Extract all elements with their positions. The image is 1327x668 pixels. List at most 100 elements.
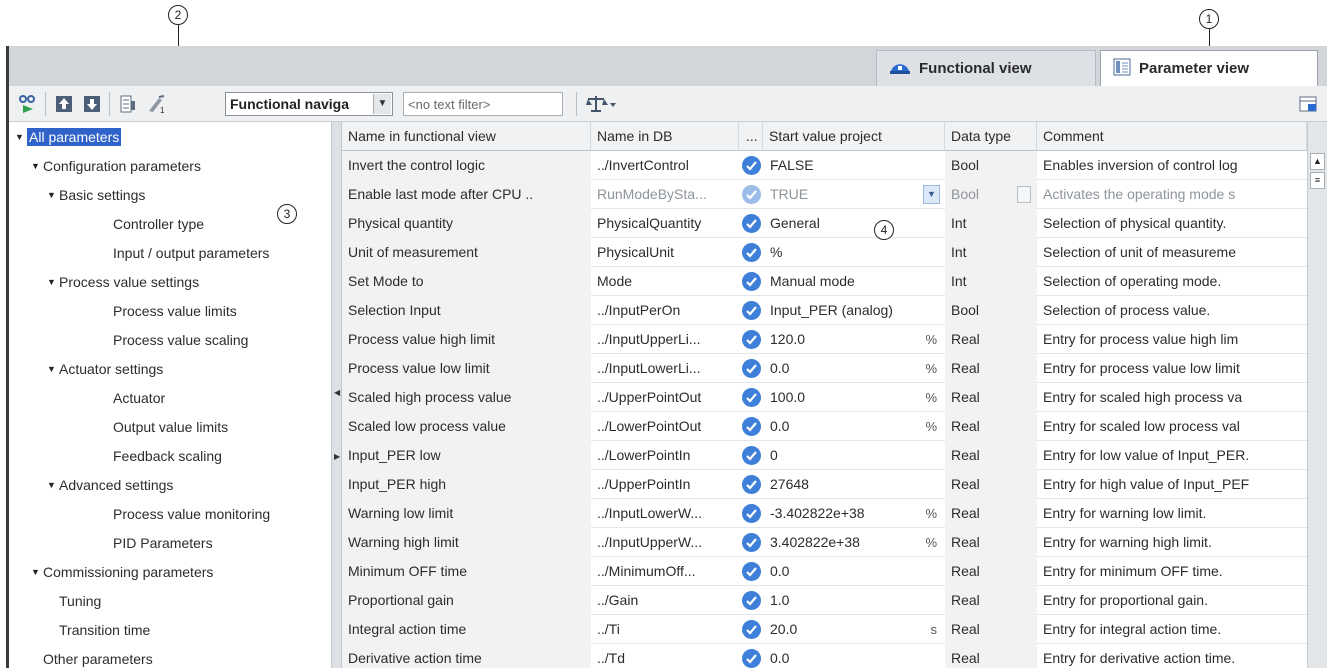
- tree-item[interactable]: Transition time: [9, 615, 331, 644]
- column-header-comment[interactable]: Comment: [1037, 122, 1307, 151]
- tia-parameter-editor: Functional view Parameter view 1 Functio…: [6, 46, 1327, 668]
- cell-data-type: Real: [945, 325, 1037, 354]
- cell-start-value[interactable]: Input_PER (analog): [763, 296, 921, 325]
- cell-comment: Entry for warning low limit.: [1043, 505, 1207, 521]
- cell-db-name: ../UpperPointIn: [597, 476, 691, 492]
- cell-start-value[interactable]: 0.0: [763, 644, 921, 668]
- chevron-down-icon[interactable]: ▼: [923, 185, 940, 204]
- tree-item-label: Transition time: [59, 621, 151, 638]
- cell-name: Enable last mode after CPU ..: [342, 180, 591, 209]
- cell-comment: Activates the operating mode s: [1043, 186, 1236, 202]
- cell-comment: Selection of unit of measureme: [1043, 244, 1236, 260]
- cell-start-value[interactable]: Manual mode: [763, 267, 921, 296]
- tree-item-label: Actuator: [113, 389, 166, 406]
- expand-right-icon[interactable]: ▶: [334, 452, 340, 461]
- vertical-scrollbar[interactable]: ▲ ≡: [1307, 122, 1327, 668]
- expand-caret-icon[interactable]: ▼: [31, 567, 43, 577]
- cell-data-type: Real: [945, 644, 1037, 668]
- tab-functional-view[interactable]: Functional view: [876, 50, 1096, 86]
- cell-unit: %: [925, 535, 937, 550]
- cell-start-value[interactable]: 0.0: [763, 557, 921, 586]
- cell-name: Proportional gain: [342, 586, 591, 615]
- cell-start-value[interactable]: TRUE: [763, 180, 921, 209]
- cell-data-type: Real: [945, 441, 1037, 470]
- cell-start-value[interactable]: FALSE: [763, 151, 921, 180]
- data-type-picker-icon[interactable]: [1017, 186, 1031, 203]
- cell-start-value[interactable]: 100.0: [763, 383, 921, 412]
- tree-item[interactable]: Process value scaling: [9, 325, 331, 354]
- load-start-values-icon[interactable]: [53, 93, 75, 115]
- cell-comment: Entry for derivative action time.: [1043, 650, 1236, 666]
- compare-icon[interactable]: [585, 93, 619, 115]
- column-header-name-db[interactable]: Name in DB: [591, 122, 739, 151]
- cell-start-value[interactable]: 27648: [763, 470, 921, 499]
- tree-item[interactable]: Actuator: [9, 383, 331, 412]
- tree-item[interactable]: Other parameters: [9, 644, 331, 668]
- cell-unit: %: [925, 506, 937, 521]
- navigation-select[interactable]: Functional naviga ▼: [225, 92, 393, 116]
- text-filter-input[interactable]: [403, 92, 563, 116]
- check-icon: [742, 620, 761, 639]
- cell-start-value[interactable]: 20.0: [763, 615, 921, 644]
- cell-start-value[interactable]: 0.0: [763, 412, 921, 441]
- cell-start-value[interactable]: 120.0: [763, 325, 921, 354]
- tree-item[interactable]: Tuning: [9, 586, 331, 615]
- tree-item[interactable]: PID Parameters: [9, 528, 331, 557]
- tree-item[interactable]: Process value limits: [9, 296, 331, 325]
- cell-data-type: Real: [945, 615, 1037, 644]
- callout-2: 2: [168, 5, 188, 25]
- scroll-up-icon[interactable]: ▲: [1310, 153, 1325, 170]
- tree-item-label: PID Parameters: [113, 534, 213, 551]
- tree-item-label: Controller type: [113, 215, 205, 232]
- tree-item[interactable]: ▼ Process value settings: [9, 267, 331, 296]
- tree-item[interactable]: Process value monitoring: [9, 499, 331, 528]
- tree-item[interactable]: Feedback scaling: [9, 441, 331, 470]
- expand-caret-icon[interactable]: ▼: [47, 277, 59, 287]
- cell-start-value[interactable]: 0: [763, 441, 921, 470]
- cell-start-value[interactable]: %: [763, 238, 921, 267]
- cell-start-value[interactable]: General: [763, 209, 921, 238]
- cell-comment: Entry for scaled low process val: [1043, 418, 1240, 434]
- cell-start-value[interactable]: -3.402822e+38: [763, 499, 921, 528]
- tree-item[interactable]: Input / output parameters: [9, 238, 331, 267]
- tree-item[interactable]: Output value limits: [9, 412, 331, 441]
- cell-name: Set Mode to: [342, 267, 591, 296]
- expand-caret-icon[interactable]: ▼: [47, 364, 59, 374]
- save-start-values-icon[interactable]: [81, 93, 103, 115]
- cell-start-value[interactable]: 3.402822e+38: [763, 528, 921, 557]
- pane-splitter[interactable]: ◀ ▶: [331, 122, 342, 668]
- tree-item[interactable]: ▼ All parameters: [9, 122, 331, 151]
- tree-item[interactable]: ▼ Actuator settings: [9, 354, 331, 383]
- column-header-name-functional[interactable]: Name in functional view: [342, 122, 591, 151]
- tree-item[interactable]: ▼ Configuration parameters: [9, 151, 331, 180]
- cell-name: Physical quantity: [342, 209, 591, 238]
- expand-caret-icon[interactable]: ▼: [31, 161, 43, 171]
- cell-db-name: ../InputLowerW...: [597, 505, 703, 521]
- cell-start-value[interactable]: 0.0: [763, 354, 921, 383]
- collapse-left-icon[interactable]: ◀: [334, 388, 340, 397]
- monitor-icon[interactable]: [17, 93, 39, 115]
- column-header-more[interactable]: ...: [739, 122, 763, 151]
- cell-db-name: ../Gain: [597, 592, 639, 608]
- toolbar-separator: [109, 92, 110, 116]
- cell-name: Process value low limit: [342, 354, 591, 383]
- expand-caret-icon[interactable]: ▼: [47, 190, 59, 200]
- cell-comment: Selection of operating mode.: [1043, 273, 1222, 289]
- layout-icon[interactable]: [1297, 93, 1319, 115]
- tree-item[interactable]: ▼ Commissioning parameters: [9, 557, 331, 586]
- cell-name: Unit of measurement: [342, 238, 591, 267]
- snapshot-icon[interactable]: [117, 93, 139, 115]
- chevron-down-icon[interactable]: ▼: [373, 94, 391, 114]
- scrollbar-thumb[interactable]: ≡: [1310, 172, 1325, 189]
- cell-start-value[interactable]: 1.0: [763, 586, 921, 615]
- tree-item-label: Process value scaling: [113, 331, 249, 348]
- expand-caret-icon[interactable]: ▼: [47, 480, 59, 490]
- initialize-icon[interactable]: 1: [145, 93, 167, 115]
- expand-caret-icon[interactable]: ▼: [15, 132, 27, 142]
- column-header-start-value[interactable]: Start value project: [763, 122, 945, 151]
- cell-data-type: Int: [945, 238, 1037, 267]
- tree-item[interactable]: ▼ Advanced settings: [9, 470, 331, 499]
- cell-comment: Entry for minimum OFF time.: [1043, 563, 1223, 579]
- tab-parameter-view[interactable]: Parameter view: [1100, 50, 1318, 86]
- column-header-data-type[interactable]: Data type: [945, 122, 1037, 151]
